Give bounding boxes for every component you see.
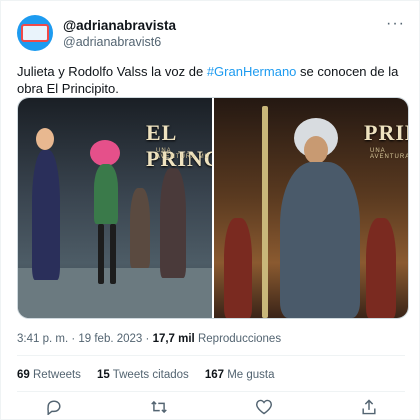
views-count: 17,7 mil xyxy=(152,333,195,345)
hashtag-link[interactable]: #GranHermano xyxy=(207,64,297,79)
show-logo-right: PRINC xyxy=(364,120,408,145)
tweet-time[interactable]: 3:41 p. m. xyxy=(17,333,68,345)
reply-icon xyxy=(46,400,61,415)
show-logo-left: EL PRINCIPI xyxy=(146,120,212,171)
figure-boy xyxy=(32,150,60,280)
avatar-image xyxy=(21,24,49,42)
avatar[interactable] xyxy=(17,15,53,51)
figure-girl-leg xyxy=(98,224,104,284)
divider xyxy=(17,355,405,356)
more-button[interactable]: ··· xyxy=(386,15,405,33)
figure-staff xyxy=(262,106,268,318)
user-names: @adrianabravista @adrianabravist6 xyxy=(63,17,176,50)
figure-king xyxy=(366,218,396,318)
figure-girl-hair xyxy=(90,140,120,166)
tweet-text-before: Julieta y Rodolfo Valss la voz de xyxy=(17,64,207,79)
quotes-label: Tweets citados xyxy=(112,369,189,381)
figure-performer xyxy=(130,188,150,268)
figure-girl xyxy=(94,164,118,224)
tweet-meta: 3:41 p. m. · 19 feb. 2023 · 17,7 mil Rep… xyxy=(17,333,281,345)
figure-girl-leg xyxy=(110,224,116,284)
retweet-icon xyxy=(150,400,167,414)
media-photo-left[interactable]: EL PRINCIPI UNA AVENTURA MU xyxy=(18,98,212,318)
meta-separator: · xyxy=(68,333,79,345)
more-icon: ··· xyxy=(386,15,405,32)
like-button[interactable] xyxy=(253,399,275,415)
tweet-text: Julieta y Rodolfo Valss la voz de #GranH… xyxy=(17,63,405,97)
reply-button[interactable] xyxy=(43,399,65,415)
figure-king xyxy=(224,218,252,318)
show-logo-right-sub: UNA AVENTURA xyxy=(370,148,408,160)
tweet-stats: 69 Retweets 15 Tweets citados 167 Me gus… xyxy=(17,369,275,381)
tweet-card[interactable]: @adrianabravista @adrianabravist6 ··· Ju… xyxy=(0,0,420,420)
display-name[interactable]: @adrianabravista xyxy=(63,17,176,34)
tweet-header: @adrianabravista @adrianabravist6 xyxy=(17,15,176,51)
figure-boy-head xyxy=(36,128,54,150)
share-button[interactable] xyxy=(358,399,380,415)
likes-stat[interactable]: 167 Me gusta xyxy=(205,369,275,381)
share-icon xyxy=(361,399,376,415)
likes-count: 167 xyxy=(204,369,224,381)
meta-separator: · xyxy=(142,333,153,345)
heart-icon xyxy=(255,399,272,415)
likes-label: Me gusta xyxy=(227,369,275,381)
figure-wizard-face xyxy=(304,136,328,164)
figure-performer xyxy=(160,168,186,278)
views-label: Reproducciones xyxy=(197,333,282,345)
quotes-stat[interactable]: 15 Tweets citados xyxy=(97,369,189,381)
user-handle[interactable]: @adrianabravist6 xyxy=(63,34,176,50)
retweets-stat[interactable]: 69 Retweets xyxy=(17,369,81,381)
figure-wizard xyxy=(280,162,360,318)
media-photo-right[interactable]: PRINC UNA AVENTURA xyxy=(214,98,408,318)
divider xyxy=(17,391,405,392)
show-logo-left-sub: UNA AVENTURA MU xyxy=(156,148,210,160)
tweet-media[interactable]: EL PRINCIPI UNA AVENTURA MU PRINC UNA AV… xyxy=(17,97,409,319)
retweet-button[interactable] xyxy=(148,399,170,415)
quotes-count: 15 xyxy=(96,369,110,381)
tweet-date[interactable]: 19 feb. 2023 xyxy=(78,333,142,345)
tweet-actions xyxy=(1,399,420,415)
retweets-label: Retweets xyxy=(33,369,81,381)
retweets-count: 69 xyxy=(17,369,30,381)
